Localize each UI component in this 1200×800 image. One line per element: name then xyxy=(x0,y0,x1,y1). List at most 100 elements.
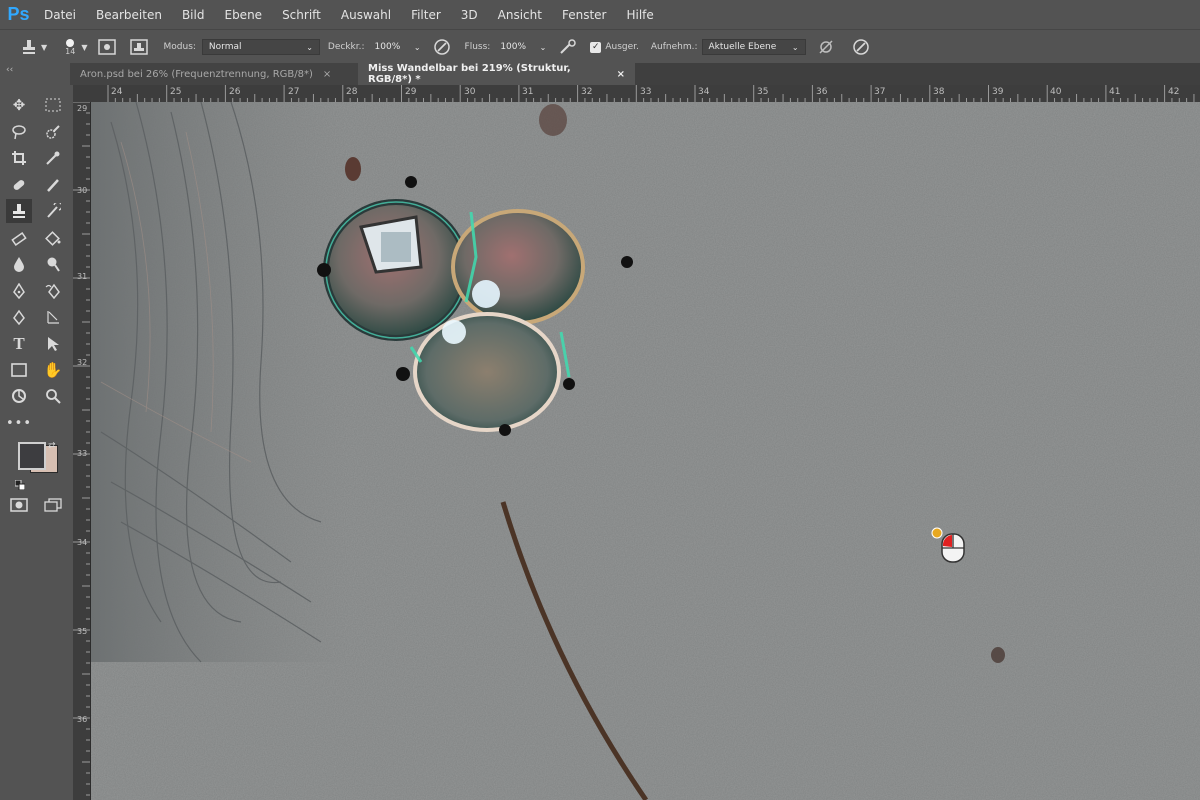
menu-datei[interactable]: Datei xyxy=(44,8,76,22)
paint-bucket-tool-icon[interactable] xyxy=(40,226,66,250)
airbrush-icon[interactable] xyxy=(558,38,578,56)
screen-mode-icon[interactable] xyxy=(40,493,66,517)
foreground-color-swatch[interactable] xyxy=(18,442,46,470)
document-canvas[interactable] xyxy=(91,102,1200,800)
flow-field[interactable]: 100% ⌄ xyxy=(494,39,552,55)
aligned-checkbox[interactable]: ✓ xyxy=(590,41,602,53)
ruler-label: 28 xyxy=(346,87,358,97)
menu-fenster[interactable]: Fenster xyxy=(562,8,607,22)
sample-label: Aufnehm.: xyxy=(650,42,698,52)
marquee-tool-icon[interactable] xyxy=(40,93,66,117)
brush-tip-icon xyxy=(66,38,75,47)
brush-size-value: 14 xyxy=(65,46,76,56)
ruler-label: 35 xyxy=(77,627,88,636)
menu-bild[interactable]: Bild xyxy=(182,8,205,22)
menu-filter[interactable]: Filter xyxy=(411,8,441,22)
pen-tool-icon[interactable] xyxy=(6,279,32,303)
ruler-label: 29 xyxy=(77,104,88,113)
quick-mask-icon[interactable] xyxy=(6,493,32,517)
brush-tool-icon[interactable] xyxy=(40,173,66,197)
more-tools-icon[interactable]: ••• xyxy=(6,411,32,435)
menu-auswahl[interactable]: Auswahl xyxy=(341,8,391,22)
ruler-label: 34 xyxy=(77,538,88,547)
ruler-label: 29 xyxy=(405,87,417,97)
menu-3d[interactable]: 3D xyxy=(461,8,478,22)
sample-dropdown[interactable]: Aktuelle Ebene ⌄ xyxy=(701,39,806,55)
dodge-tool-icon[interactable] xyxy=(40,252,66,276)
ruler-label: 25 xyxy=(170,87,182,97)
ruler-label: 37 xyxy=(874,87,886,97)
menu-bar: Ps Datei Bearbeiten Bild Ebene Schrift A… xyxy=(0,0,1200,29)
tab-aron[interactable]: Aron.psd bei 26% (Frequenztrennung, RGB/… xyxy=(70,63,358,85)
tool-preset-picker[interactable]: ▼ xyxy=(20,38,47,56)
close-icon[interactable]: × xyxy=(323,69,331,80)
crop-tool-icon[interactable] xyxy=(6,146,32,170)
canvas-image xyxy=(91,102,1200,800)
menu-ansicht[interactable]: Ansicht xyxy=(498,8,542,22)
eyedropper-tool-icon[interactable] xyxy=(40,146,66,170)
path-selection-tool-icon[interactable] xyxy=(40,305,66,329)
type-tool-icon[interactable]: T xyxy=(6,332,32,356)
menu-hilfe[interactable]: Hilfe xyxy=(626,8,653,22)
lasso-tool-icon[interactable] xyxy=(6,120,32,144)
clone-stamp-tool-icon[interactable] xyxy=(6,199,32,223)
ruler-label: 33 xyxy=(640,87,652,97)
quick-selection-tool-icon[interactable] xyxy=(40,120,66,144)
document-tab-bar: ‹‹ Aron.psd bei 26% (Frequenztrennung, R… xyxy=(0,63,1200,85)
ruler-label: 39 xyxy=(992,87,1004,97)
move-tool-icon[interactable]: ✥ xyxy=(6,93,32,117)
ruler-label: 41 xyxy=(1109,87,1121,97)
rectangle-tool-icon[interactable] xyxy=(6,358,32,382)
mode-value: Normal xyxy=(208,42,242,52)
clone-source-icon[interactable] xyxy=(129,39,148,55)
curvature-pen-tool-icon[interactable] xyxy=(6,305,32,329)
ruler-ticks xyxy=(107,85,1195,102)
options-bar: ▼ 14 ▼ Modus: Normal ⌄ Deckkr.: 100% ⌄ F… xyxy=(0,29,1200,65)
ruler-label: 35 xyxy=(757,87,769,97)
pressure-size-icon[interactable] xyxy=(852,38,870,56)
vertical-ruler[interactable]: 29 30 31 32 33 34 35 36 xyxy=(73,102,91,800)
hand-tool-icon[interactable]: ✋ xyxy=(40,358,66,382)
toolbar-collapse-button[interactable]: ‹‹ xyxy=(0,63,70,85)
ruler-label: 31 xyxy=(522,87,534,97)
horizontal-ruler[interactable]: 24 25 26 27 28 29 30 31 32 33 34 35 36 3… xyxy=(73,85,1200,103)
ruler-label: 36 xyxy=(816,87,828,97)
swap-colors-icon[interactable]: ⇄ xyxy=(48,441,58,451)
photoshop-logo: Ps xyxy=(7,4,30,24)
tab-title: Miss Wandelbar bei 219% (Struktur, RGB/8… xyxy=(368,63,571,85)
chevron-down-icon[interactable]: ▼ xyxy=(81,43,87,52)
zoom-tool-icon[interactable] xyxy=(40,384,66,408)
rotate-view-tool-icon[interactable] xyxy=(6,384,32,408)
ruler-label: 34 xyxy=(698,87,710,97)
pressure-opacity-icon[interactable] xyxy=(433,38,451,56)
ignore-adjustment-layers-icon[interactable] xyxy=(818,39,834,55)
opacity-label: Deckkr.: xyxy=(327,42,365,52)
default-colors-icon[interactable] xyxy=(14,475,26,491)
eraser-tool-icon[interactable] xyxy=(6,226,32,250)
ruler-label: 32 xyxy=(581,87,593,97)
ruler-label: 38 xyxy=(933,87,945,97)
menu-bearbeiten[interactable]: Bearbeiten xyxy=(96,8,162,22)
ruler-label: 26 xyxy=(229,87,241,97)
ruler-label: 30 xyxy=(464,87,476,97)
close-icon[interactable]: × xyxy=(617,69,625,80)
chevron-down-icon: ⌄ xyxy=(306,42,313,52)
brush-settings-icon[interactable] xyxy=(97,39,116,55)
ruler-label: 31 xyxy=(77,272,88,281)
flow-value: 100% xyxy=(500,42,527,52)
opacity-field[interactable]: 100% ⌄ xyxy=(369,39,427,55)
flow-label: Fluss: xyxy=(464,42,491,52)
blur-tool-icon[interactable] xyxy=(6,252,32,276)
direct-selection-tool-icon[interactable] xyxy=(40,332,66,356)
tab-miss-wandelbar[interactable]: Miss Wandelbar bei 219% (Struktur, RGB/8… xyxy=(358,63,635,85)
mode-dropdown[interactable]: Normal ⌄ xyxy=(201,39,320,55)
brush-size-picker[interactable]: 14 xyxy=(65,38,76,56)
menu-ebene[interactable]: Ebene xyxy=(224,8,262,22)
healing-brush-tool-icon[interactable] xyxy=(6,173,32,197)
menu-schrift[interactable]: Schrift xyxy=(282,8,321,22)
ruler-label: 32 xyxy=(77,358,88,367)
history-brush-tool-icon[interactable] xyxy=(40,199,66,223)
stamp-icon xyxy=(20,38,38,56)
freeform-pen-tool-icon[interactable] xyxy=(40,279,66,303)
ruler-label: 27 xyxy=(288,87,300,97)
